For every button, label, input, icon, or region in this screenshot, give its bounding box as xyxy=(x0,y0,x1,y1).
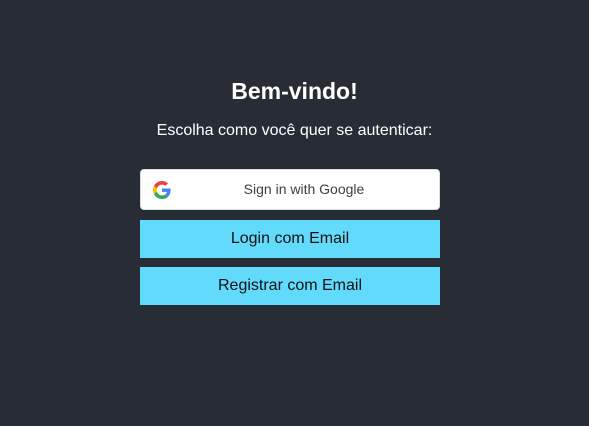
google-icon xyxy=(153,181,171,199)
google-sign-in-label: Sign in with Google xyxy=(243,181,365,197)
google-sign-in-button[interactable]: Sign in with Google xyxy=(140,169,440,210)
login-email-button[interactable]: Login com Email xyxy=(140,220,440,258)
auth-panel: Bem-vindo! Escolha como você quer se aut… xyxy=(0,0,589,426)
welcome-title: Bem-vindo! xyxy=(231,78,358,104)
auth-prompt: Escolha como você quer se autenticar: xyxy=(156,122,433,139)
register-email-button[interactable]: Registrar com Email xyxy=(140,267,440,305)
